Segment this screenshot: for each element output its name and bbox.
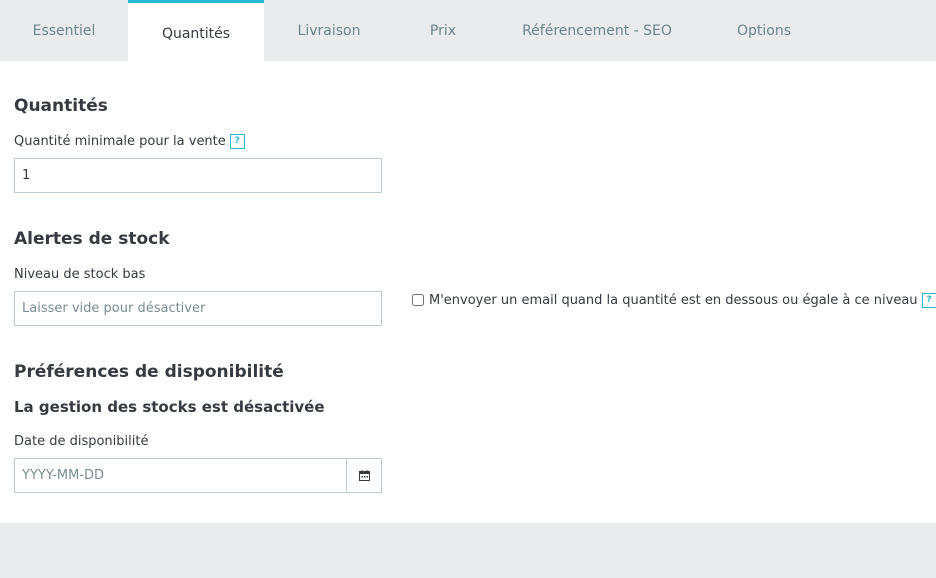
stock-alerts-heading: Alertes de stock	[14, 229, 170, 249]
tab-prix[interactable]: Prix	[394, 0, 492, 61]
low-stock-input[interactable]	[14, 291, 382, 326]
tab-options[interactable]: Options	[702, 0, 826, 61]
availability-date-field	[14, 458, 382, 493]
tab-quantites[interactable]: Quantités	[128, 0, 264, 61]
min-qty-label-text: Quantité minimale pour la vente	[14, 134, 226, 149]
tab-seo[interactable]: Référencement - SEO	[492, 0, 702, 61]
availability-heading: Préférences de disponibilité	[14, 362, 284, 382]
min-qty-input[interactable]	[14, 158, 382, 193]
email-alert-row: M'envoyer un email quand la quantité est…	[412, 293, 936, 308]
calendar-button[interactable]	[346, 459, 381, 492]
calendar-icon	[358, 470, 370, 481]
availability-date-label: Date de disponibilité	[14, 434, 149, 449]
question-icon[interactable]: ?	[921, 293, 936, 308]
tab-livraison[interactable]: Livraison	[264, 0, 394, 61]
tab-essentiel[interactable]: Essentiel	[0, 0, 128, 61]
availability-date-input[interactable]	[15, 459, 346, 492]
email-alert-checkbox[interactable]	[412, 293, 424, 306]
quantities-panel: Quantités Quantité minimale pour la vent…	[0, 61, 936, 523]
min-qty-label: Quantité minimale pour la vente ?	[14, 134, 245, 149]
question-icon[interactable]: ?	[229, 134, 245, 149]
low-stock-label: Niveau de stock bas	[14, 267, 146, 282]
stock-management-status: La gestion des stocks est désactivée	[14, 398, 325, 416]
quantities-heading: Quantités	[14, 96, 108, 116]
email-alert-label[interactable]: M'envoyer un email quand la quantité est…	[429, 293, 918, 308]
tab-bar: Essentiel Quantités Livraison Prix Référ…	[0, 0, 936, 61]
